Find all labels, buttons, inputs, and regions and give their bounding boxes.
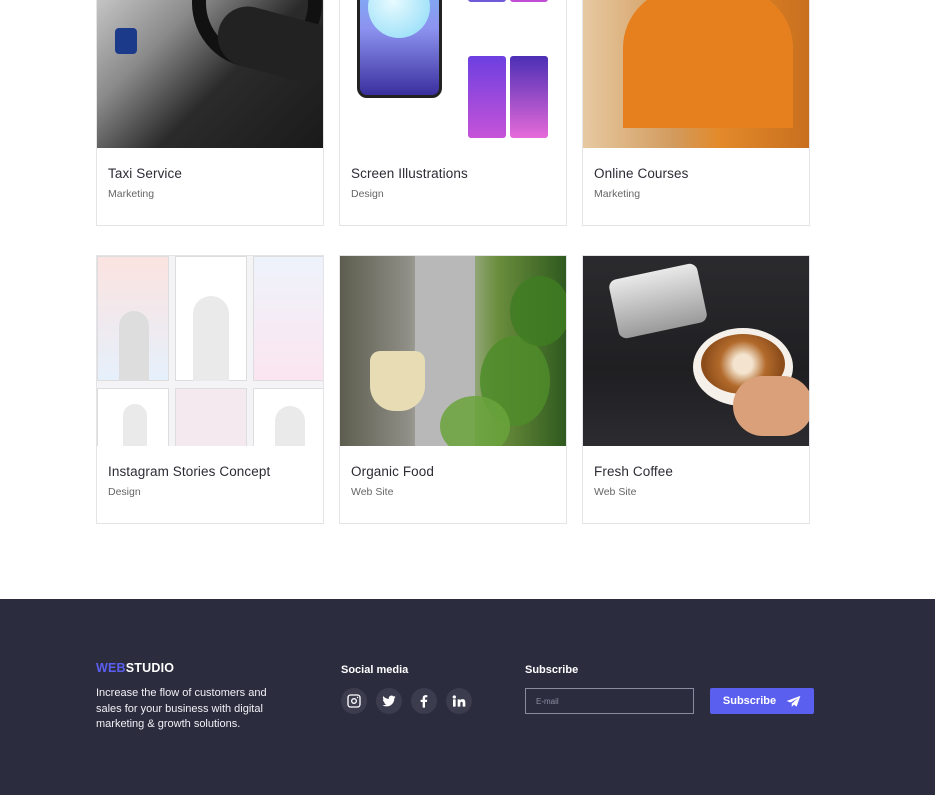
twitter-icon[interactable] <box>376 688 402 714</box>
card-category: Marketing <box>108 188 155 200</box>
brand-logo[interactable]: WEBSTUDIO <box>96 661 174 675</box>
portfolio-image-organic <box>340 256 566 446</box>
card-category: Marketing <box>594 188 641 200</box>
footer-description: Increase the flow of customers and sales… <box>96 687 267 730</box>
subscribe-button[interactable]: Subscribe <box>710 688 814 714</box>
facebook-icon[interactable] <box>411 688 437 714</box>
social-media-heading: Social media <box>341 664 409 676</box>
card-title: Taxi Service <box>108 166 182 181</box>
card-title: Online Courses <box>594 166 689 181</box>
instagram-icon[interactable] <box>341 688 367 714</box>
portfolio-image-taxi <box>97 0 323 148</box>
card-category: Web Site <box>351 486 394 498</box>
card-category: Web Site <box>594 486 637 498</box>
brand-logo-text: STUDIO <box>125 661 175 675</box>
card-category: Design <box>351 188 384 200</box>
subscribe-heading: Subscribe <box>525 664 579 676</box>
portfolio-card-taxi-service[interactable]: Taxi Service Marketing <box>96 0 324 226</box>
portfolio-image-instagram <box>97 256 323 446</box>
portfolio-card-fresh-coffee[interactable]: Fresh Coffee Web Site <box>582 255 810 524</box>
portfolio-image-courses <box>583 0 809 148</box>
portfolio-card-organic-food[interactable]: Organic Food Web Site <box>339 255 567 524</box>
linkedin-icon[interactable] <box>446 688 472 714</box>
brand-logo-accent: WEB <box>96 661 126 675</box>
site-footer: WEBSTUDIO Increase the flow of customers… <box>0 599 935 795</box>
send-icon <box>786 695 801 707</box>
card-title: Screen Illustrations <box>351 166 468 181</box>
card-category: Design <box>108 486 141 498</box>
card-title: Instagram Stories Concept <box>108 464 271 479</box>
card-title: Fresh Coffee <box>594 464 673 479</box>
portfolio-image-coffee <box>583 256 809 446</box>
portfolio-image-screens <box>340 0 566 148</box>
portfolio-card-online-courses[interactable]: Online Courses Marketing <box>582 0 810 226</box>
card-title: Organic Food <box>351 464 434 479</box>
portfolio-card-instagram-stories[interactable]: Instagram Stories Concept Design <box>96 255 324 524</box>
email-input[interactable] <box>525 688 694 714</box>
portfolio-card-screen-illustrations[interactable]: Screen Illustrations Design <box>339 0 567 226</box>
social-links <box>341 688 472 714</box>
subscribe-button-label: Subscribe <box>722 695 777 707</box>
